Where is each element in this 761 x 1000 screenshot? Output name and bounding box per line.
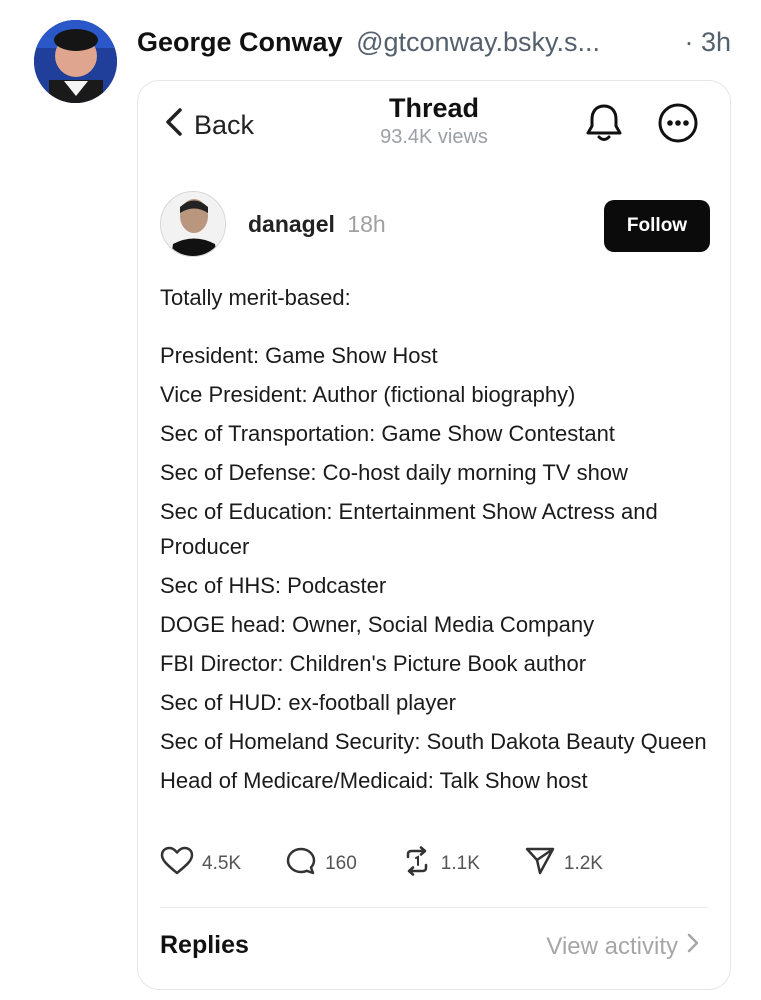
repost-button[interactable]: 1.1K <box>401 846 480 882</box>
embedded-screenshot-card[interactable]: Back Thread 93.4K views danagel 18h Foll… <box>137 80 731 990</box>
post-time: · 3h <box>684 27 731 57</box>
post-actions: 4.5K 160 1.1K 1.2K <box>160 844 647 884</box>
reply-button[interactable]: 160 <box>285 846 357 882</box>
divider <box>160 907 708 908</box>
quoted-user-avatar-image <box>161 192 225 256</box>
post-intro: Totally merit-based: <box>160 285 351 310</box>
quoted-post-body: Totally merit-based: President: Game Sho… <box>160 284 720 802</box>
post-line: Sec of Defense: Co-host daily morning TV… <box>160 460 628 485</box>
comment-icon <box>285 846 317 882</box>
thread-views: 93.4K views <box>380 126 488 148</box>
quoted-username-line: danagel 18h <box>248 211 386 238</box>
share-button[interactable]: 1.2K <box>524 846 603 882</box>
post-line: Vice President: Author (fictional biogra… <box>160 382 576 407</box>
thread-title-block: Thread 93.4K views <box>138 93 730 149</box>
share-count: 1.2K <box>563 853 603 874</box>
post-line: FBI Director: Children's Picture Book au… <box>160 651 587 676</box>
author-line: George Conway @gtconway.bsky.s... <box>137 26 737 58</box>
view-activity-link[interactable]: View activity <box>546 932 700 961</box>
view-activity-label: View activity <box>546 932 678 960</box>
more-icon[interactable] <box>656 101 700 145</box>
repost-count: 1.1K <box>440 853 480 874</box>
replies-label[interactable]: Replies <box>160 931 249 960</box>
like-count: 4.5K <box>202 853 242 874</box>
like-button[interactable]: 4.5K <box>160 846 241 882</box>
bell-icon[interactable] <box>582 101 626 145</box>
author-handle[interactable]: @gtconway.bsky.s... <box>356 27 600 57</box>
post-line: Sec of Transportation: Game Show Contest… <box>160 421 615 446</box>
post-line: Sec of HUD: ex-football player <box>160 690 456 715</box>
heart-icon <box>160 846 194 882</box>
post-header: George Conway @gtconway.bsky.s... · 3h <box>0 0 761 103</box>
post-line: DOGE head: Owner, Social Media Company <box>160 612 595 637</box>
post-line: Head of Medicare/Medicaid: Talk Show hos… <box>160 768 588 793</box>
follow-button[interactable]: Follow <box>604 200 710 252</box>
post-lines: President: Game Show Host Vice President… <box>160 338 720 798</box>
post-line: Sec of Education: Entertainment Show Act… <box>160 499 658 559</box>
author-name[interactable]: George Conway <box>137 27 343 57</box>
chevron-right-icon <box>686 932 700 961</box>
quoted-user-avatar[interactable] <box>160 191 226 257</box>
quoted-username[interactable]: danagel <box>248 211 335 237</box>
reply-count: 160 <box>325 853 357 874</box>
repost-icon <box>401 846 433 882</box>
author-avatar-image <box>34 20 117 103</box>
send-icon <box>524 846 556 882</box>
thread-title: Thread <box>388 93 480 123</box>
author-avatar[interactable] <box>34 20 117 103</box>
post-line: President: Game Show Host <box>160 343 438 368</box>
quoted-time: 18h <box>347 211 386 237</box>
post-line: Sec of Homeland Security: South Dakota B… <box>160 729 707 754</box>
post-line: Sec of HHS: Podcaster <box>160 573 387 598</box>
